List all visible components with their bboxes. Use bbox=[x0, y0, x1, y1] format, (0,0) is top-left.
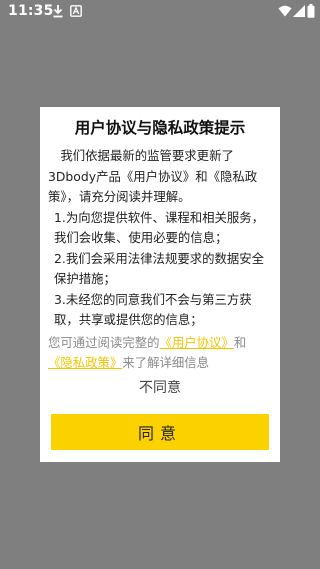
policy-item-1: 1.为向您提供软件、课程和相关服务，我们会收集、使用必要的信息； bbox=[54, 209, 265, 246]
dialog-body: 我们依据最新的监管要求更新了3Dbody产品《用户协议》和《隐私政策》，请充分阅… bbox=[48, 146, 272, 331]
app-notification-icon bbox=[70, 5, 82, 17]
agree-button[interactable]: 同意 bbox=[51, 414, 269, 450]
user-agreement-link[interactable]: 《用户协议》 bbox=[160, 335, 234, 350]
dialog-title: 用户协议与隐私政策提示 bbox=[74, 119, 246, 137]
disagree-button[interactable]: 不同意 bbox=[40, 377, 280, 397]
info-line: 您可通过阅读完整的《用户协议》和《隐私政策》来了解详细信息 bbox=[48, 333, 272, 374]
battery-icon bbox=[307, 4, 315, 18]
policy-item-2: 2.我们会采用法律法规要求的数据安全保护措施； bbox=[54, 250, 265, 287]
info-and: 和 bbox=[233, 334, 247, 350]
download-icon bbox=[53, 5, 63, 18]
intro-paragraph: 我们依据最新的监管要求更新了3Dbody产品《用户协议》和《隐私政策》，请充分阅… bbox=[48, 148, 258, 204]
wifi-icon bbox=[278, 5, 292, 17]
policy-item-3: 3.未经您的同意我们不会与第三方获取，共享或提供您的信息； bbox=[54, 291, 252, 328]
status-bar: 11:35 bbox=[0, 0, 320, 24]
signal-icon bbox=[293, 5, 305, 17]
privacy-policy-link[interactable]: 《隐私政策》 bbox=[48, 355, 122, 370]
info-prefix: 您可通过阅读完整的 bbox=[48, 334, 160, 350]
info-suffix: 来了解详细信息 bbox=[122, 355, 210, 370]
privacy-dialog: 用户协议与隐私政策提示 我们依据最新的监管要求更新了3Dbody产品《用户协议》… bbox=[40, 107, 280, 462]
status-time: 11:35 bbox=[8, 3, 54, 19]
